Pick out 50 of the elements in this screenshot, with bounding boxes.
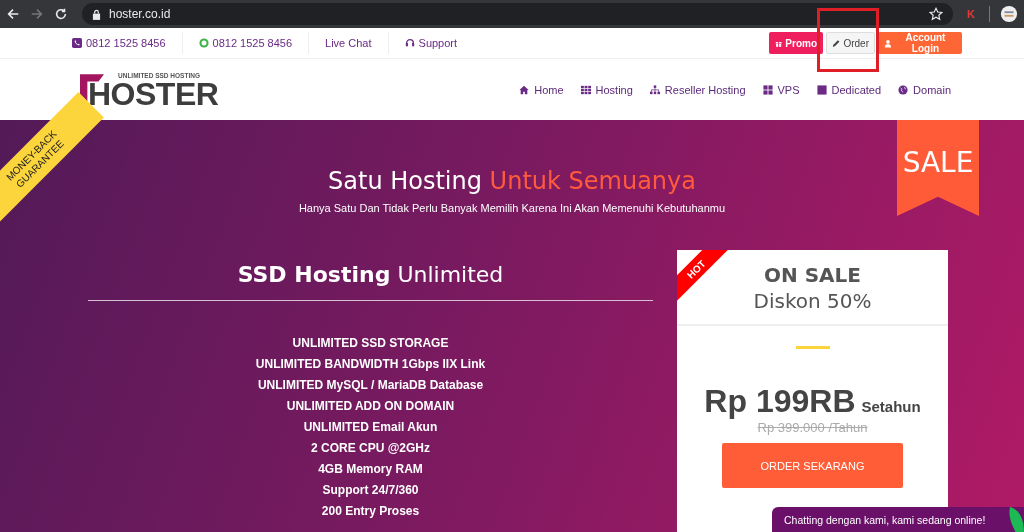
pencil-icon — [832, 38, 841, 48]
headset-icon — [404, 38, 415, 48]
back-icon[interactable] — [6, 7, 20, 21]
nav-link[interactable]: Dedicated — [816, 83, 882, 96]
leaf-icon — [1008, 507, 1024, 532]
nav-link[interactable]: Reseller Hosting — [649, 83, 746, 96]
old-price: Rp 399.000 /Tahun — [757, 420, 868, 435]
highlight-frame — [817, 8, 879, 72]
feature-text: UNLIMITED ADD ON DOMAIN — [286, 398, 455, 414]
price-period: Setahun — [861, 398, 921, 415]
price: Rp 199RB — [704, 383, 856, 420]
squares-icon — [762, 84, 773, 95]
contact-link[interactable]: 0812 1525 8456 — [212, 37, 293, 49]
phone-icon — [72, 38, 82, 48]
header-button[interactable]: Promo — [769, 32, 823, 54]
home-icon — [519, 84, 530, 95]
square-icon — [816, 84, 827, 95]
contact-link[interactable]: Support — [418, 37, 458, 49]
hero-subtitle: Hanya Satu Dan Tidak Perlu Banyak Memilih Karena Ini Akan Memenuhi Kebutuhanmu — [297, 202, 727, 214]
feature-text: 2 CORE CPU @2GHz — [310, 440, 431, 456]
feature-text: 200 Entry Proses — [321, 503, 420, 519]
contact-link[interactable]: Live Chat — [325, 37, 372, 49]
card-title: ON SALE — [764, 262, 861, 288]
feature-text: Support 24/7/360 — [322, 482, 419, 498]
grid-icon — [580, 84, 591, 95]
chat-widget[interactable]: Chatting dengan kami, kami sedang online! — [772, 507, 1024, 532]
feature-text: UNLIMITED MySQL / MariaDB Database — [257, 377, 484, 393]
address-bar[interactable]: hoster.co.id — [82, 3, 953, 25]
card-subtitle: Diskon 50% — [753, 288, 872, 314]
nav-link[interactable]: VPS — [762, 83, 800, 96]
whatsapp-icon — [198, 38, 209, 48]
feature-text: UNLIMITED Email Akun — [303, 419, 438, 435]
plan-title: SSD Hosting Unlimited — [237, 261, 504, 289]
star-icon[interactable] — [929, 7, 943, 21]
nav-link[interactable]: Home — [519, 83, 564, 96]
profile-icon[interactable] — [1000, 5, 1018, 23]
nav-link[interactable]: Domain — [898, 83, 951, 96]
feature-text: UNLIMITED SSD STORAGE — [292, 335, 449, 351]
feature-text: 4GB Memory RAM — [318, 461, 423, 477]
hero-title: Satu Hosting Untuk Semuanya — [328, 166, 696, 196]
user-icon — [884, 38, 892, 48]
feature-text: UNLIMITED BANDWIDTH 1Gbps IIX Link — [255, 356, 486, 372]
nav-link[interactable]: Hosting — [580, 83, 633, 96]
reload-icon[interactable] — [54, 7, 68, 21]
sale-ribbon: SALE — [897, 120, 979, 216]
globe-icon — [898, 84, 909, 95]
lock-icon — [92, 8, 101, 20]
contact-link[interactable]: 0812 1525 8456 — [86, 37, 166, 49]
sitemap-icon — [649, 84, 660, 95]
header-button[interactable]: Order — [826, 32, 875, 54]
